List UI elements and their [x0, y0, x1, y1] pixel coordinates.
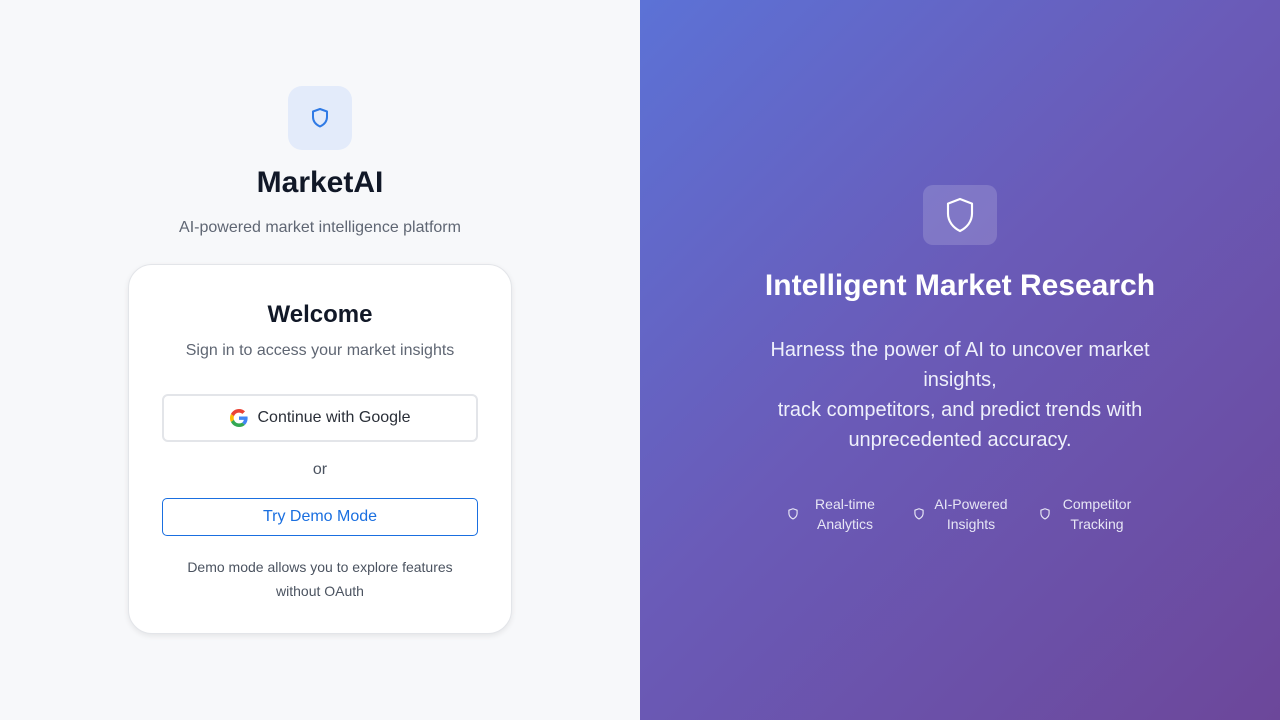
feature-label: AI-Powered Insights [934, 496, 1008, 532]
google-signin-button[interactable]: Continue with Google [162, 394, 478, 442]
hero-logo [923, 185, 997, 245]
demo-mode-button[interactable]: Try Demo Mode [162, 498, 478, 536]
shield-icon [312, 108, 328, 128]
brand-tagline: AI-powered market intelligence platform [179, 219, 461, 236]
card-subtitle: Sign in to access your market insights [185, 342, 455, 359]
hero-description-line2: track competitors, and predict trends wi… [777, 399, 1143, 451]
google-icon [229, 409, 248, 427]
hero-description-line1: Harness the power of AI to uncover marke… [770, 339, 1150, 391]
feature-item: Competitor Tracking [1038, 494, 1134, 534]
brand-name: MarketAI [256, 166, 384, 199]
demo-note: Demo mode allows you to explore features… [187, 559, 453, 599]
feature-label: Competitor Tracking [1062, 496, 1132, 532]
shield-icon [1040, 508, 1050, 520]
login-panel: MarketAI AI-powered market intelligence … [0, 0, 640, 720]
feature-label: Real-time Analytics [815, 496, 875, 532]
login-card: Welcome Sign in to access your market in… [128, 264, 512, 634]
google-button-label: Continue with Google [257, 409, 411, 426]
feature-list: Real-time Analytics AI-Powered Insights … [640, 494, 1280, 534]
shield-icon [946, 197, 974, 233]
feature-item: Real-time Analytics [786, 494, 882, 534]
card-title: Welcome [267, 301, 373, 328]
shield-icon [788, 508, 798, 520]
brand-logo [288, 86, 352, 150]
divider-text: or [312, 461, 328, 478]
hero-title: Intelligent Market Research [764, 269, 1156, 302]
hero-description: Harness the power of AI to uncover marke… [740, 335, 1180, 455]
hero-panel: Intelligent Market Research Harness the … [640, 0, 1280, 720]
feature-item: AI-Powered Insights [912, 494, 1008, 534]
shield-icon [914, 508, 924, 520]
